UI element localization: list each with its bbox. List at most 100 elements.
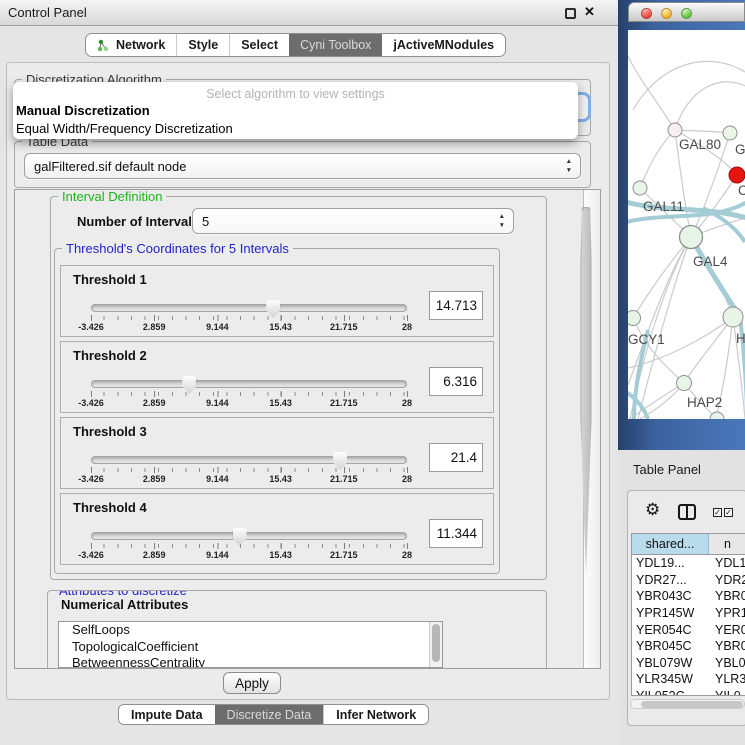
node-label: GA xyxy=(735,142,745,157)
network-window-titlebar xyxy=(628,2,745,22)
table-cell[interactable]: YDL19... xyxy=(632,556,709,570)
number-of-intervals-label: Number of Intervals xyxy=(77,214,199,229)
table-cell[interactable]: YBR0 xyxy=(709,589,745,603)
threshold-value-field[interactable] xyxy=(429,443,483,472)
columns-icon[interactable] xyxy=(678,504,696,520)
panel-scrollbar[interactable] xyxy=(583,190,600,668)
threshold-value-field[interactable] xyxy=(429,367,483,396)
node-top-right[interactable] xyxy=(723,126,737,140)
column-header-shared-name[interactable]: shared... xyxy=(632,534,709,554)
close-icon[interactable]: ✕ xyxy=(584,4,595,20)
threshold-slider[interactable]: -3.4262.8599.14415.4321.71528 xyxy=(91,302,407,332)
spinner-arrows-icon[interactable]: ▲▼ xyxy=(566,157,572,175)
table-cell[interactable]: YER054C xyxy=(632,623,709,637)
table-cell[interactable]: YBR043C xyxy=(632,589,709,603)
threshold-slider[interactable]: -3.4262.8599.14415.4321.71528 xyxy=(91,454,407,484)
tab-style[interactable]: Style xyxy=(176,34,229,56)
table-row[interactable]: YBL079WYBL0 xyxy=(632,655,745,672)
list-scrollbar-thumb[interactable] xyxy=(432,624,440,662)
close-traffic-light-icon[interactable] xyxy=(641,8,652,19)
gear-icon[interactable]: ⚙ xyxy=(645,500,660,520)
node-gal80[interactable] xyxy=(668,123,682,137)
tab-jactivemnodules[interactable]: jActiveMNodules xyxy=(382,34,505,56)
tab-cyni-toolbox[interactable]: Cyni Toolbox xyxy=(289,34,382,56)
zoom-traffic-light-icon[interactable] xyxy=(681,8,692,19)
table-cell[interactable]: YBL079W xyxy=(632,656,709,670)
tab-select[interactable]: Select xyxy=(229,34,289,56)
tab-network[interactable]: Network xyxy=(86,34,176,56)
node-gal11[interactable] xyxy=(633,181,647,195)
tick-label: 28 xyxy=(402,550,412,560)
table-cell[interactable]: YIL0 xyxy=(709,689,745,696)
list-scrollbar[interactable] xyxy=(429,622,442,667)
table-cell[interactable]: YDL1 xyxy=(709,556,745,570)
table-cell[interactable]: YBL0 xyxy=(709,656,745,670)
table-data-group: Table Data galFiltered.sif default node … xyxy=(14,141,591,188)
table-cell[interactable]: YPR1 xyxy=(709,606,745,620)
list-item[interactable]: SelfLoops xyxy=(59,622,442,639)
tab-impute-data[interactable]: Impute Data xyxy=(119,705,215,724)
numerical-attributes-list[interactable]: SelfLoopsTopologicalCoefficientBetweenne… xyxy=(58,621,443,668)
minimize-traffic-light-icon[interactable] xyxy=(661,8,672,19)
table-cell[interactable]: YDR27... xyxy=(632,573,709,587)
table-scrollbar-thumb[interactable] xyxy=(641,701,743,708)
threshold-slider[interactable]: -3.4262.8599.14415.4321.71528 xyxy=(91,530,407,560)
slider-tick-labels: -3.4262.8599.14415.4321.71528 xyxy=(91,474,407,486)
float-window-icon[interactable] xyxy=(565,8,576,19)
slider-track[interactable] xyxy=(91,456,407,464)
node-gcy1[interactable] xyxy=(628,311,641,326)
table-cell[interactable]: YPR145W xyxy=(632,606,709,620)
tab-infer-network[interactable]: Infer Network xyxy=(323,705,428,724)
spinner-arrows-icon[interactable]: ▲▼ xyxy=(499,212,505,230)
table-cell[interactable]: YBR0 xyxy=(709,639,745,653)
node-gal4[interactable] xyxy=(680,226,703,249)
dropdown-option-manual[interactable]: Manual Discretization xyxy=(13,103,578,119)
table-row[interactable]: YIL052CYIL0 xyxy=(632,688,745,696)
column-header-name[interactable]: n xyxy=(709,534,745,554)
group-title: Interval Definition xyxy=(58,189,166,204)
tab-discretize-data[interactable]: Discretize Data xyxy=(215,705,324,724)
apply-button[interactable]: Apply xyxy=(223,672,281,694)
network-canvas[interactable]: GAL80 GA C GAL11 GAL4 GCY1 HA HAP2 xyxy=(628,30,745,419)
table-row[interactable]: YDL19...YDL1 xyxy=(632,555,745,572)
slider-track[interactable] xyxy=(91,532,407,540)
slider-track[interactable] xyxy=(91,304,407,312)
network-node-labels: GAL80 GA C GAL11 GAL4 GCY1 HA HAP2 xyxy=(628,137,745,410)
tick-label: 21.715 xyxy=(330,398,358,408)
table-horizontal-scrollbar[interactable] xyxy=(630,699,745,709)
dropdown-option-equal-width[interactable]: Equal Width/Frequency Discretization xyxy=(13,121,578,137)
table-cell[interactable]: YIL052C xyxy=(632,689,709,696)
table-data-combobox[interactable]: galFiltered.sif default node ▲▼ xyxy=(24,153,581,179)
table-row[interactable]: YER054CYER0 xyxy=(632,621,745,638)
threshold-slider[interactable]: -3.4262.8599.14415.4321.71528 xyxy=(91,378,407,408)
tick-label: 9.144 xyxy=(206,550,229,560)
list-item[interactable]: BetweennessCentrality xyxy=(59,655,442,668)
table-row[interactable]: YPR145WYPR1 xyxy=(632,605,745,622)
network-nodes[interactable] xyxy=(628,123,745,419)
table-cell[interactable]: YER0 xyxy=(709,623,745,637)
table-cell[interactable]: YDR2 xyxy=(709,573,745,587)
table-row[interactable]: YDR27...YDR2 xyxy=(632,572,745,589)
node-hap2[interactable] xyxy=(677,376,692,391)
select-columns-icon[interactable]: ✓ ✓ xyxy=(713,508,733,517)
node-selected-red[interactable] xyxy=(729,167,745,183)
list-item[interactable]: TopologicalCoefficient xyxy=(59,639,442,656)
dropdown-placeholder-option[interactable]: Select algorithm to view settings xyxy=(13,87,578,101)
node-table[interactable]: shared... n YDL19...YDL1YDR27...YDR2YBR0… xyxy=(631,533,745,696)
table-row[interactable]: YBR045CYBR0 xyxy=(632,638,745,655)
threshold-value-field[interactable] xyxy=(429,519,483,548)
node-right[interactable] xyxy=(723,307,743,327)
table-cell[interactable]: YLR3 xyxy=(709,672,745,686)
table-panel-body: ⚙ ✓ ✓ shared... n YDL19...YDL1YDR27...YD… xyxy=(627,490,745,726)
table-header-row: shared... n xyxy=(632,534,745,555)
panel-scrollbar-thumb[interactable] xyxy=(581,207,592,575)
table-cell[interactable]: YLR345W xyxy=(632,672,709,686)
number-of-intervals-combobox[interactable]: 5 ▲▼ xyxy=(192,208,514,234)
slider-track[interactable] xyxy=(91,380,407,388)
threshold-value-field[interactable] xyxy=(429,291,483,320)
table-row[interactable]: YBR043CYBR0 xyxy=(632,588,745,605)
node-bottom-partial[interactable] xyxy=(710,412,724,419)
table-cell[interactable]: YBR045C xyxy=(632,639,709,653)
table-row[interactable]: YLR345WYLR3 xyxy=(632,671,745,688)
table-panel: Table Panel ⚙ ✓ ✓ shared... n YDL19...YD… xyxy=(618,450,745,745)
